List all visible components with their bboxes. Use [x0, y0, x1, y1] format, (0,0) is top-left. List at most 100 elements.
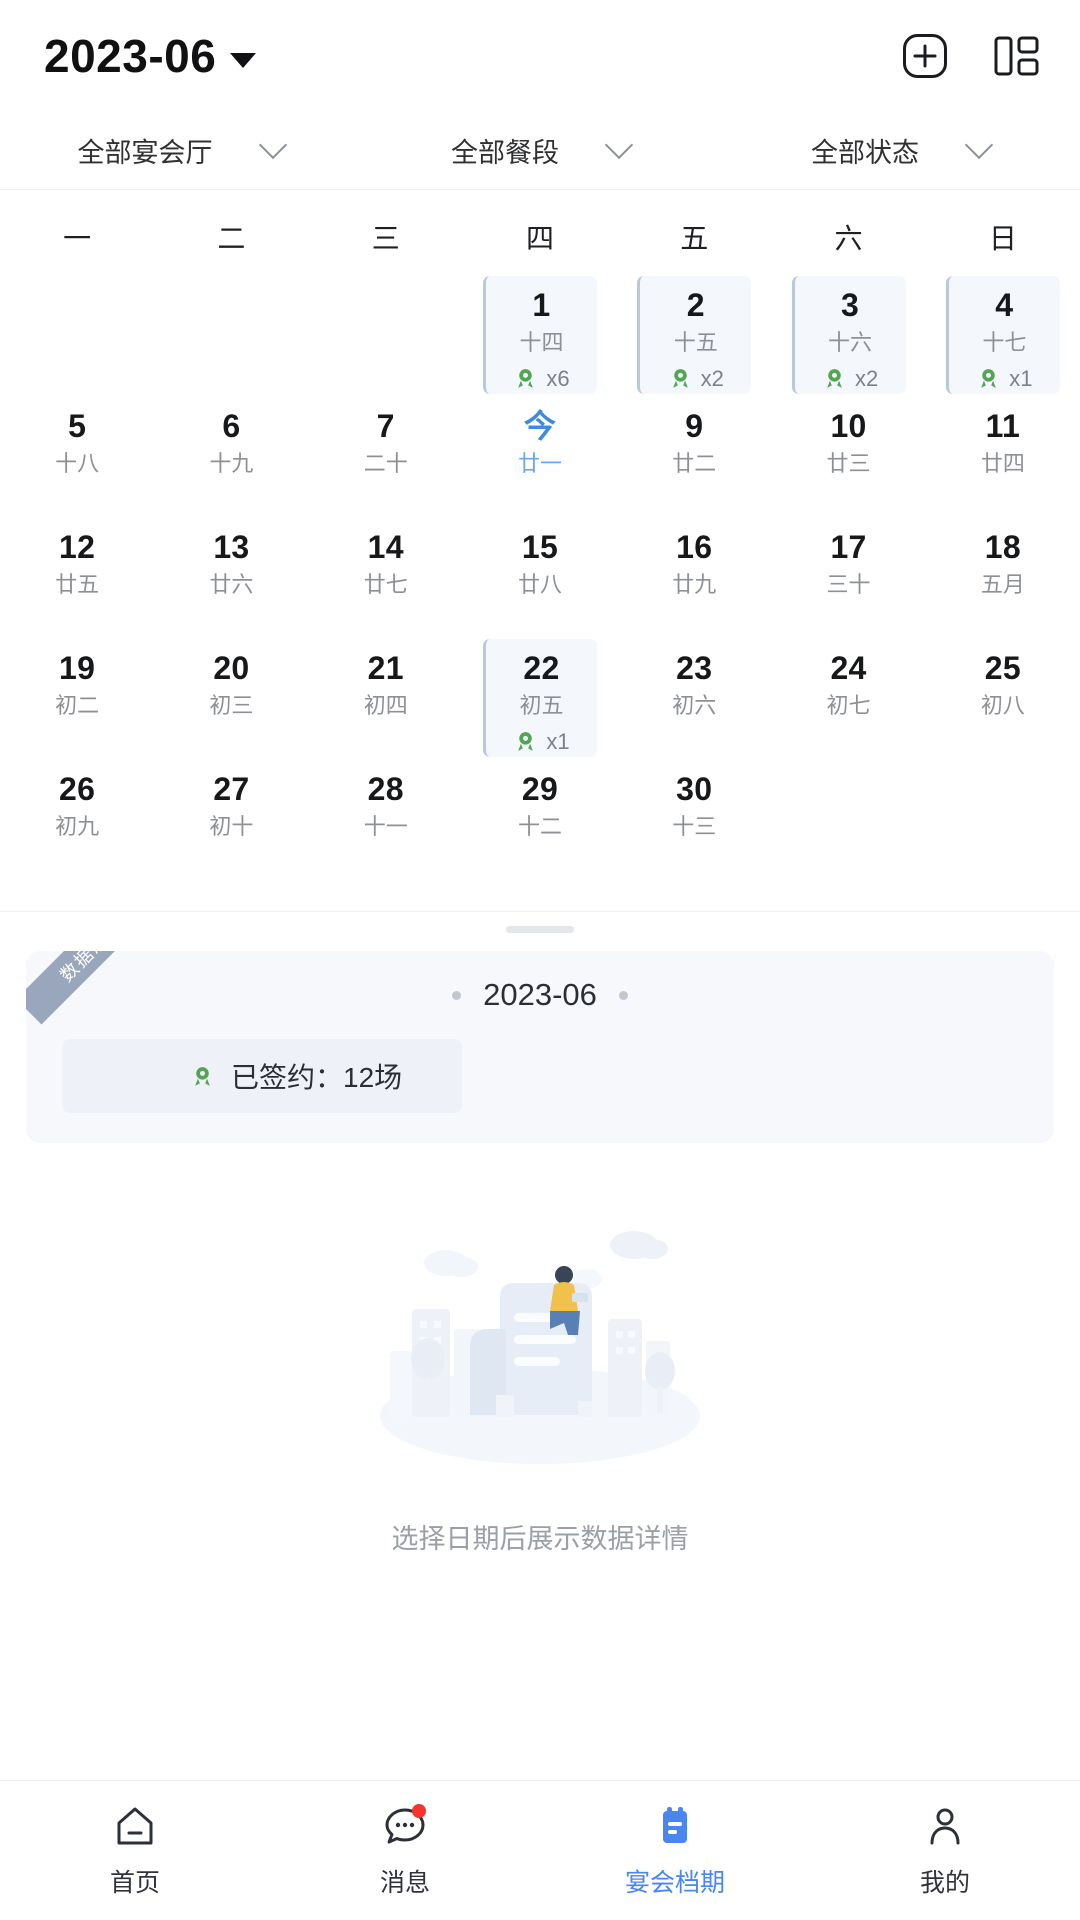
- calendar-day-cell[interactable]: 29 十二: [463, 750, 617, 878]
- calendar-day-lunar: 五月: [980, 572, 1025, 597]
- calendar-day-inner: 17 三十: [792, 518, 906, 636]
- filter-banquet-hall[interactable]: 全部宴会厅: [0, 130, 360, 170]
- calendar-day-lunar: 十四: [519, 330, 564, 355]
- calendar-day-cell[interactable]: 4 十七 x1: [926, 266, 1080, 394]
- calendar-day-cell[interactable]: 23 初六: [617, 629, 771, 757]
- weekday-label: 三: [371, 223, 400, 254]
- calendar-day-number: 30: [676, 771, 713, 807]
- calendar-week-row: 26 初九 27 初十 28 十一 29 十二 30 十三: [0, 750, 1080, 871]
- calendar-day-cell[interactable]: 30 十三: [617, 750, 771, 878]
- calendar-day-number: 3: [841, 287, 860, 323]
- calendar-day-number: 25: [984, 650, 1021, 686]
- calendar-day-number: 5: [68, 408, 87, 444]
- filter-bar: 全部宴会厅 全部餐段 全部状态: [0, 112, 1080, 190]
- calendar-day-cell[interactable]: 22 初五 x1: [463, 629, 617, 757]
- calendar-day-cell[interactable]: 12 廿五: [0, 508, 154, 636]
- calendar-day-lunar: 十八: [55, 451, 100, 476]
- calendar-day-lunar: 初六: [672, 693, 717, 718]
- calendar-day-cell[interactable]: 14 廿七: [309, 508, 463, 636]
- calendar-day-lunar: 初七: [826, 693, 871, 718]
- sheet-drag-handle[interactable]: [506, 926, 574, 933]
- calendar-day-cell[interactable]: 16 廿九: [617, 508, 771, 636]
- calendar-day-cell[interactable]: 6 十九: [154, 387, 308, 515]
- calendar-day-cell[interactable]: 15 廿八: [463, 508, 617, 636]
- calendar-day-lunar: 廿二: [672, 451, 717, 476]
- user-icon: [922, 1803, 968, 1849]
- calendar-day-cell[interactable]: 5 十八: [0, 387, 154, 515]
- add-button[interactable]: [900, 31, 950, 81]
- calendar-day-number: 14: [367, 529, 404, 565]
- weekday-label: 五: [680, 223, 709, 254]
- calendar-day-lunar: 廿一: [517, 451, 562, 476]
- calendar-day-cell[interactable]: 9 廿二: [617, 387, 771, 515]
- calendar-day-inner: 3 十六 x2: [791, 276, 906, 394]
- tab-home[interactable]: 首页: [0, 1803, 270, 1899]
- calendar-day-number: 11: [985, 408, 1021, 444]
- caret-down-icon: [230, 53, 257, 68]
- tab-profile[interactable]: 我的: [810, 1803, 1080, 1899]
- schedule-icon: [652, 1803, 698, 1849]
- calendar-day-cell[interactable]: 7 二十: [309, 387, 463, 515]
- tab-messages[interactable]: 消息: [270, 1803, 540, 1899]
- calendar-day-number: 29: [521, 771, 559, 807]
- calendar-weekday-header: 一 二 三 四 五 六 日: [0, 190, 1080, 266]
- tab-label: 我的: [919, 1868, 970, 1897]
- calendar-day-cell[interactable]: 17 三十: [771, 508, 925, 636]
- tab-banquet-schedule[interactable]: 宴会档期: [540, 1803, 810, 1899]
- calendar-day-cell[interactable]: 28 十一: [309, 750, 463, 878]
- calendar-day-number: 22: [523, 650, 560, 686]
- calendar-day-lunar: 廿七: [363, 572, 408, 597]
- message-icon: [382, 1803, 428, 1849]
- layout-toggle-button[interactable]: [992, 31, 1042, 81]
- calendar-day-lunar: 十六: [828, 330, 873, 355]
- calendar-day-cell[interactable]: 3 十六 x2: [771, 266, 925, 394]
- calendar-day-lunar: 廿四: [980, 451, 1025, 476]
- summary-card: 数据总览 2023-06 已签约：12场: [26, 951, 1054, 1143]
- calendar-day-number: 18: [984, 529, 1021, 565]
- calendar-day-lunar: 二十: [363, 451, 408, 476]
- calendar-day-cell[interactable]: 今廿一: [463, 387, 617, 515]
- calendar-day-cell[interactable]: 24 初七: [771, 629, 925, 757]
- summary-corner-ribbon: 数据总览: [26, 951, 144, 1069]
- calendar-day-inner: 7 二十: [329, 397, 443, 515]
- calendar-day-number: 13: [213, 529, 250, 565]
- calendar-day-lunar: 初三: [209, 693, 254, 718]
- month-selector[interactable]: 2023-06: [44, 33, 257, 79]
- calendar-day-cell[interactable]: 26 初九: [0, 750, 154, 878]
- calendar-day-cell[interactable]: 13 廿六: [154, 508, 308, 636]
- calendar-day-number: 7: [376, 408, 395, 444]
- calendar-day-lunar: 十七: [982, 330, 1027, 355]
- calendar-day-lunar: 初八: [980, 693, 1025, 718]
- calendar-day-cell[interactable]: 27 初十: [154, 750, 308, 878]
- calendar-day-cell[interactable]: 25 初八: [926, 629, 1080, 757]
- calendar-day-cell[interactable]: 10 廿三: [771, 387, 925, 515]
- chevron-down-icon: [604, 130, 634, 159]
- filter-label: 全部餐段: [451, 138, 559, 168]
- calendar: 一 二 三 四 五 六 日 1 十四 x6 2 十五 x2 3 十六 x2 4 十七 x1 5 十八 6 十九…: [0, 190, 1080, 875]
- calendar-day-cell[interactable]: 21 初四: [309, 629, 463, 757]
- filter-meal-period[interactable]: 全部餐段: [360, 130, 720, 170]
- calendar-day-inner: 11 廿四: [946, 397, 1060, 515]
- calendar-day-inner: 20 初三: [174, 639, 288, 757]
- calendar-day-number: 2: [686, 287, 705, 323]
- summary-title: 2023-06: [483, 977, 597, 1012]
- calendar-day-lunar: 十二: [517, 814, 562, 839]
- calendar-day-lunar: 十一: [363, 814, 408, 839]
- calendar-day-lunar: 十五: [673, 330, 718, 355]
- calendar-day-cell[interactable]: 2 十五 x2: [617, 266, 771, 394]
- calendar-day-number: 10: [830, 408, 867, 444]
- calendar-day-cell[interactable]: 20 初三: [154, 629, 308, 757]
- calendar-week-row: 1 十四 x6 2 十五 x2 3 十六 x2 4 十七 x1: [0, 266, 1080, 394]
- calendar-day-inner: 27 初十: [174, 760, 288, 878]
- calendar-day-number: 15: [521, 529, 559, 565]
- calendar-day-cell[interactable]: 1 十四 x6: [463, 266, 617, 394]
- calendar-day-lunar: 十九: [209, 451, 254, 476]
- calendar-day-cell[interactable]: 18 五月: [926, 508, 1080, 636]
- topbar-actions: [900, 31, 1042, 81]
- calendar-day-inner: 14 廿七: [329, 518, 443, 636]
- calendar-day-cell[interactable]: 19 初二: [0, 629, 154, 757]
- calendar-day-inner: 12 廿五: [20, 518, 134, 636]
- calendar-day-cell[interactable]: 11 廿四: [926, 387, 1080, 515]
- filter-status[interactable]: 全部状态: [720, 130, 1080, 170]
- calendar-day-inner: 13 廿六: [174, 518, 288, 636]
